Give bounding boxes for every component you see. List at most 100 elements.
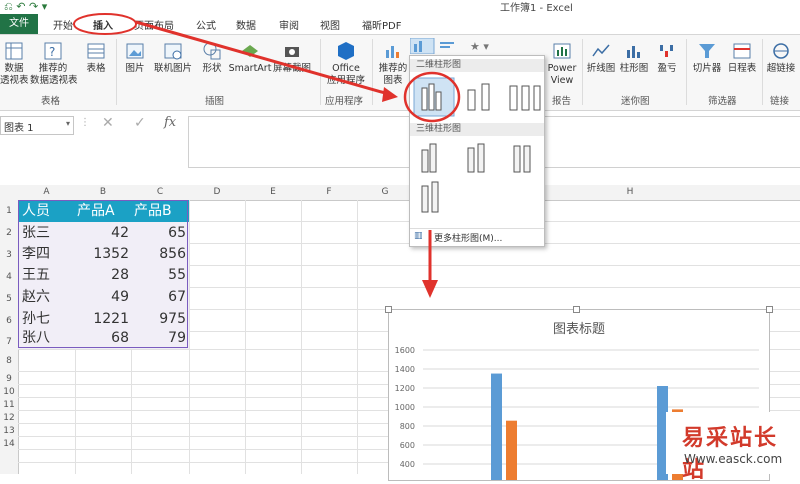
recommended-pivot-button[interactable]: ? 推荐的 数据透视表 — [30, 41, 78, 87]
cancel-icon[interactable]: ✕ — [102, 115, 114, 131]
chart-type-icons[interactable]: ★ ▾ — [410, 38, 530, 54]
table-cell[interactable]: 55 — [131, 265, 186, 285]
sparkline-winloss-button[interactable]: 盈亏 — [654, 41, 680, 75]
function-icon[interactable]: fx — [164, 115, 176, 130]
smartart-button[interactable]: SmartArt — [228, 41, 272, 75]
y-tick-label: 1000 — [395, 403, 415, 412]
table-cell[interactable]: 975 — [131, 309, 186, 329]
row-header-2[interactable]: 2 — [0, 228, 18, 238]
tab-page-layout[interactable]: 页面布局 — [134, 17, 174, 32]
pivot-table-button[interactable]: 数据 透视表 — [0, 41, 29, 87]
row-header-11[interactable]: 11 — [0, 400, 18, 410]
chart-bar[interactable] — [506, 420, 517, 480]
column-header-b[interactable]: B — [75, 187, 131, 197]
column-header-c[interactable]: C — [131, 187, 189, 197]
resize-handle[interactable] — [573, 306, 580, 313]
row-header-4[interactable]: 4 — [0, 272, 18, 282]
column-header-d[interactable]: D — [189, 187, 245, 197]
row-header-7[interactable]: 7 — [0, 337, 18, 347]
table-cell[interactable]: 张三 — [22, 223, 50, 243]
table-cell[interactable]: 1221 — [75, 309, 129, 329]
row-header-1[interactable]: 1 — [0, 206, 18, 216]
tab-formulas[interactable]: 公式 — [196, 17, 216, 32]
hyperlink-icon — [773, 43, 789, 59]
power-view-button[interactable]: Power View — [547, 41, 577, 87]
row-header-3[interactable]: 3 — [0, 250, 18, 260]
hyperlink-button[interactable]: 超链接 — [764, 41, 798, 75]
row-header-9[interactable]: 9 — [0, 374, 18, 384]
row-header-13[interactable]: 13 — [0, 426, 18, 436]
column-chart-icon: ▥ — [414, 231, 423, 241]
picture-button[interactable]: 图片 — [121, 41, 149, 75]
table-cell[interactable]: 79 — [131, 328, 186, 348]
recommended-pivot-icon: ? — [44, 42, 62, 60]
slicer-icon — [699, 44, 715, 58]
more-options-icon: ⋮ — [80, 117, 90, 128]
slicer-button[interactable]: 切片器 — [690, 41, 724, 75]
watermark-url: Www.easck.com — [684, 452, 783, 466]
sparkline-winloss-label: 盈亏 — [657, 63, 677, 74]
table-cell[interactable]: 李四 — [22, 244, 50, 264]
shapes-button[interactable]: 形状 — [198, 41, 226, 75]
table-cell[interactable]: 67 — [131, 287, 186, 307]
column-header-g[interactable]: G — [357, 187, 413, 197]
tab-review[interactable]: 审阅 — [279, 17, 299, 32]
grid-line — [357, 200, 358, 474]
tab-view[interactable]: 视图 — [320, 17, 340, 32]
table-cell[interactable]: 28 — [75, 265, 129, 285]
table-cell[interactable]: 赵六 — [22, 287, 50, 307]
power-view-icon — [553, 43, 571, 59]
row-header-5[interactable]: 5 — [0, 294, 18, 304]
table-button[interactable]: 表格 — [82, 41, 110, 75]
enter-icon[interactable]: ✓ — [134, 115, 146, 131]
table-cell[interactable]: 1352 — [75, 244, 129, 264]
tab-home[interactable]: 开始 — [53, 17, 73, 32]
recommended-charts-icon — [386, 46, 399, 58]
column-header-e[interactable]: E — [245, 187, 301, 197]
table-cell[interactable]: 孙七 — [22, 309, 50, 329]
tab-data[interactable]: 数据 — [236, 17, 256, 32]
column-header-f[interactable]: F — [301, 187, 357, 197]
name-box[interactable]: 图表 1 ▾ — [0, 116, 74, 135]
group-sparklines-label: 迷你图 — [621, 96, 650, 107]
tab-foxit-pdf[interactable]: 福昕PDF — [362, 17, 401, 32]
row-header-12[interactable]: 12 — [0, 413, 18, 423]
name-box-value: 图表 1 — [4, 123, 34, 134]
table-cell[interactable]: 张八 — [22, 328, 50, 348]
y-tick-label: 800 — [400, 422, 415, 431]
office-apps-button[interactable]: Office 应用程序 — [326, 41, 366, 87]
table-header-cell[interactable]: 产品B — [134, 201, 172, 221]
timeline-label: 日程表 — [727, 63, 757, 74]
name-box-dropdown-icon[interactable]: ▾ — [66, 119, 70, 128]
gallery-section-3d: 三维柱形图 — [410, 123, 544, 136]
table-cell[interactable]: 68 — [75, 328, 129, 348]
resize-handle[interactable] — [385, 306, 392, 313]
more-column-charts-item[interactable]: ▥ 更多柱形图(M)... — [410, 228, 544, 245]
column-header-a[interactable]: A — [18, 187, 75, 197]
pivot-table-icon — [5, 42, 23, 60]
tab-file[interactable]: 文件 — [0, 14, 38, 34]
y-tick-label: 400 — [400, 460, 415, 469]
table-cell[interactable]: 65 — [131, 223, 186, 243]
chart-bar[interactable] — [491, 373, 502, 480]
chart-3d-options[interactable] — [410, 138, 544, 216]
row-header-14[interactable]: 14 — [0, 439, 18, 449]
table-header-cell[interactable]: 人员 — [22, 201, 50, 221]
column-header-h[interactable]: H — [600, 187, 660, 197]
table-header-cell[interactable]: 产品A — [77, 201, 115, 221]
screenshot-label: 屏幕截图 — [272, 63, 311, 74]
table-cell[interactable]: 42 — [75, 223, 129, 243]
online-pictures-button[interactable]: 联机图片 — [150, 41, 196, 75]
table-cell[interactable]: 王五 — [22, 265, 50, 285]
table-cell[interactable]: 856 — [131, 244, 186, 264]
quick-access-toolbar[interactable]: ⎌ ↶ ↷ ▾ — [4, 0, 47, 14]
timeline-button[interactable]: 日程表 — [726, 41, 758, 75]
row-header-8[interactable]: 8 — [0, 356, 18, 366]
row-header-6[interactable]: 6 — [0, 316, 18, 326]
screenshot-button[interactable]: 屏幕截图 — [272, 41, 312, 75]
sparkline-column-button[interactable]: 柱形图 — [618, 41, 650, 75]
row-header-10[interactable]: 10 — [0, 387, 18, 397]
resize-handle[interactable] — [766, 306, 773, 313]
sparkline-line-button[interactable]: 折线图 — [586, 41, 616, 75]
table-cell[interactable]: 49 — [75, 287, 129, 307]
